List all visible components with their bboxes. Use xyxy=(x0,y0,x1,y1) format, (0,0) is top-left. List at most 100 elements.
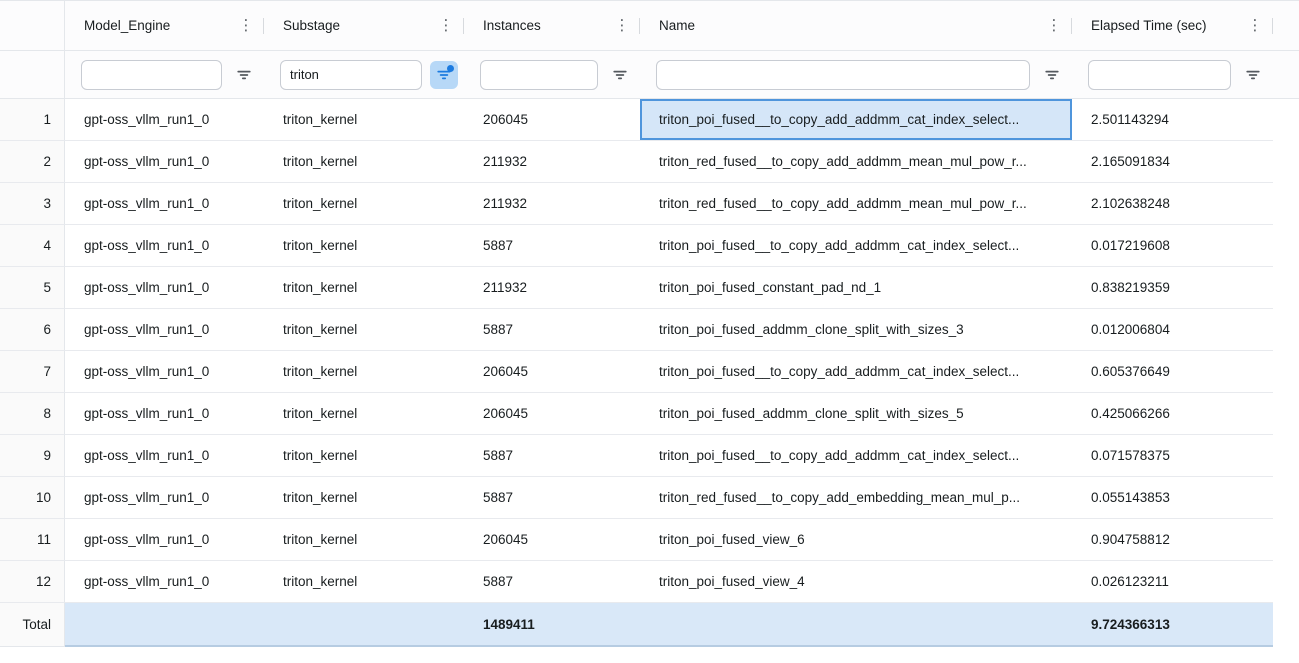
cell-model-engine[interactable]: gpt-oss_vllm_run1_0 xyxy=(65,435,264,477)
table-row: 11 gpt-oss_vllm_run1_0 triton_kernel 206… xyxy=(0,519,1299,561)
column-menu-icon[interactable]: ⋮ xyxy=(1046,18,1062,33)
row-filler xyxy=(1273,393,1299,435)
cell-model-engine[interactable]: gpt-oss_vllm_run1_0 xyxy=(65,141,264,183)
filter-button-name[interactable] xyxy=(1038,61,1066,89)
cell-instances[interactable]: 5887 xyxy=(464,435,640,477)
cell-instances[interactable]: 5887 xyxy=(464,561,640,603)
column-label-elapsed-time: Elapsed Time (sec) xyxy=(1091,18,1247,33)
cell-instances[interactable]: 206045 xyxy=(464,351,640,393)
filter-input-instances[interactable] xyxy=(480,60,598,90)
filter-button-substage[interactable] xyxy=(430,61,458,89)
cell-elapsed[interactable]: 0.012006804 xyxy=(1072,309,1273,351)
row-number: 10 xyxy=(0,477,65,519)
cell-instances[interactable]: 5887 xyxy=(464,225,640,267)
row-number-header xyxy=(0,1,65,51)
column-menu-icon[interactable]: ⋮ xyxy=(1247,18,1263,33)
column-header-instances[interactable]: Instances ⋮ xyxy=(464,1,640,51)
column-menu-icon[interactable]: ⋮ xyxy=(238,18,254,33)
cell-model-engine[interactable]: gpt-oss_vllm_run1_0 xyxy=(65,351,264,393)
column-header-model-engine[interactable]: Model_Engine ⋮ xyxy=(65,1,264,51)
cell-elapsed[interactable]: 0.026123211 xyxy=(1072,561,1273,603)
cell-elapsed[interactable]: 2.501143294 xyxy=(1072,99,1273,141)
cell-substage[interactable]: triton_kernel xyxy=(264,183,464,225)
cell-model-engine[interactable]: gpt-oss_vllm_run1_0 xyxy=(65,309,264,351)
cell-instances[interactable]: 206045 xyxy=(464,393,640,435)
cell-model-engine[interactable]: gpt-oss_vllm_run1_0 xyxy=(65,519,264,561)
row-filler xyxy=(1273,477,1299,519)
cell-name[interactable]: triton_poi_fused__to_copy_add_addmm_cat_… xyxy=(640,351,1072,393)
cell-instances[interactable]: 211932 xyxy=(464,141,640,183)
filter-input-model-engine[interactable] xyxy=(81,60,222,90)
cell-name[interactable]: triton_red_fused__to_copy_add_addmm_mean… xyxy=(640,141,1072,183)
filter-button-model-engine[interactable] xyxy=(230,61,258,89)
cell-model-engine[interactable]: gpt-oss_vllm_run1_0 xyxy=(65,99,264,141)
cell-substage[interactable]: triton_kernel xyxy=(264,99,464,141)
cell-name[interactable]: triton_poi_fused_view_6 xyxy=(640,519,1072,561)
cell-model-engine[interactable]: gpt-oss_vllm_run1_0 xyxy=(65,183,264,225)
cell-name[interactable]: triton_poi_fused_addmm_clone_split_with_… xyxy=(640,309,1072,351)
table-row: 1 gpt-oss_vllm_run1_0 triton_kernel 2060… xyxy=(0,99,1299,141)
cell-elapsed[interactable]: 0.605376649 xyxy=(1072,351,1273,393)
filter-input-elapsed-time[interactable] xyxy=(1088,60,1231,90)
table-row: 6 gpt-oss_vllm_run1_0 triton_kernel 5887… xyxy=(0,309,1299,351)
filter-funnel-icon xyxy=(1245,67,1261,83)
header-filler xyxy=(1273,1,1299,51)
cell-instances[interactable]: 206045 xyxy=(464,519,640,561)
column-menu-icon[interactable]: ⋮ xyxy=(438,18,454,33)
cell-substage[interactable]: triton_kernel xyxy=(264,561,464,603)
cell-model-engine[interactable]: gpt-oss_vllm_run1_0 xyxy=(65,267,264,309)
column-header-elapsed-time[interactable]: Elapsed Time (sec) ⋮ xyxy=(1072,1,1273,51)
total-elapsed-value: 9.724366313 xyxy=(1072,603,1273,647)
cell-elapsed[interactable]: 0.055143853 xyxy=(1072,477,1273,519)
cell-model-engine[interactable]: gpt-oss_vllm_run1_0 xyxy=(65,225,264,267)
cell-elapsed[interactable]: 2.102638248 xyxy=(1072,183,1273,225)
filter-button-instances[interactable] xyxy=(606,61,634,89)
cell-name[interactable]: triton_poi_fused_view_4 xyxy=(640,561,1072,603)
column-header-name[interactable]: Name ⋮ xyxy=(640,1,1072,51)
cell-name[interactable]: triton_poi_fused__to_copy_add_addmm_cat_… xyxy=(640,435,1072,477)
cell-name[interactable]: triton_poi_fused__to_copy_add_addmm_cat_… xyxy=(640,99,1072,141)
cell-elapsed[interactable]: 0.904758812 xyxy=(1072,519,1273,561)
cell-name[interactable]: triton_poi_fused_constant_pad_nd_1 xyxy=(640,267,1072,309)
filter-input-name[interactable] xyxy=(656,60,1030,90)
cell-instances[interactable]: 5887 xyxy=(464,477,640,519)
cell-model-engine[interactable]: gpt-oss_vllm_run1_0 xyxy=(65,393,264,435)
total-row-label: Total xyxy=(0,603,65,647)
cell-substage[interactable]: triton_kernel xyxy=(264,393,464,435)
cell-name[interactable]: triton_red_fused__to_copy_add_addmm_mean… xyxy=(640,183,1072,225)
cell-substage[interactable]: triton_kernel xyxy=(264,519,464,561)
cell-name[interactable]: triton_poi_fused_addmm_clone_split_with_… xyxy=(640,393,1072,435)
column-menu-icon[interactable]: ⋮ xyxy=(614,18,630,33)
cell-name[interactable]: triton_poi_fused__to_copy_add_addmm_cat_… xyxy=(640,225,1072,267)
cell-substage[interactable]: triton_kernel xyxy=(264,435,464,477)
cell-substage[interactable]: triton_kernel xyxy=(264,477,464,519)
cell-substage[interactable]: triton_kernel xyxy=(264,225,464,267)
total-substage-cell xyxy=(264,603,464,647)
cell-model-engine[interactable]: gpt-oss_vllm_run1_0 xyxy=(65,561,264,603)
cell-instances[interactable]: 206045 xyxy=(464,99,640,141)
cell-model-engine[interactable]: gpt-oss_vllm_run1_0 xyxy=(65,477,264,519)
cell-substage[interactable]: triton_kernel xyxy=(264,309,464,351)
cell-substage[interactable]: triton_kernel xyxy=(264,351,464,393)
filter-button-elapsed-time[interactable] xyxy=(1239,61,1267,89)
row-number: 1 xyxy=(0,99,65,141)
header-row: Model_Engine ⋮ Substage ⋮ Instances ⋮ Na… xyxy=(0,1,1299,51)
cell-elapsed[interactable]: 0.838219359 xyxy=(1072,267,1273,309)
column-label-name: Name xyxy=(659,18,1046,33)
column-header-substage[interactable]: Substage ⋮ xyxy=(264,1,464,51)
cell-instances[interactable]: 211932 xyxy=(464,183,640,225)
cell-elapsed[interactable]: 0.071578375 xyxy=(1072,435,1273,477)
cell-elapsed[interactable]: 0.425066266 xyxy=(1072,393,1273,435)
cell-substage[interactable]: triton_kernel xyxy=(264,267,464,309)
total-model-engine-cell xyxy=(65,603,264,647)
row-number: 11 xyxy=(0,519,65,561)
cell-substage[interactable]: triton_kernel xyxy=(264,141,464,183)
cell-elapsed[interactable]: 2.165091834 xyxy=(1072,141,1273,183)
cell-instances[interactable]: 5887 xyxy=(464,309,640,351)
row-filler xyxy=(1273,561,1299,603)
filter-input-substage[interactable] xyxy=(280,60,422,90)
cell-instances[interactable]: 211932 xyxy=(464,267,640,309)
cell-elapsed[interactable]: 0.017219608 xyxy=(1072,225,1273,267)
column-label-substage: Substage xyxy=(283,18,438,33)
cell-name[interactable]: triton_red_fused__to_copy_add_embedding_… xyxy=(640,477,1072,519)
